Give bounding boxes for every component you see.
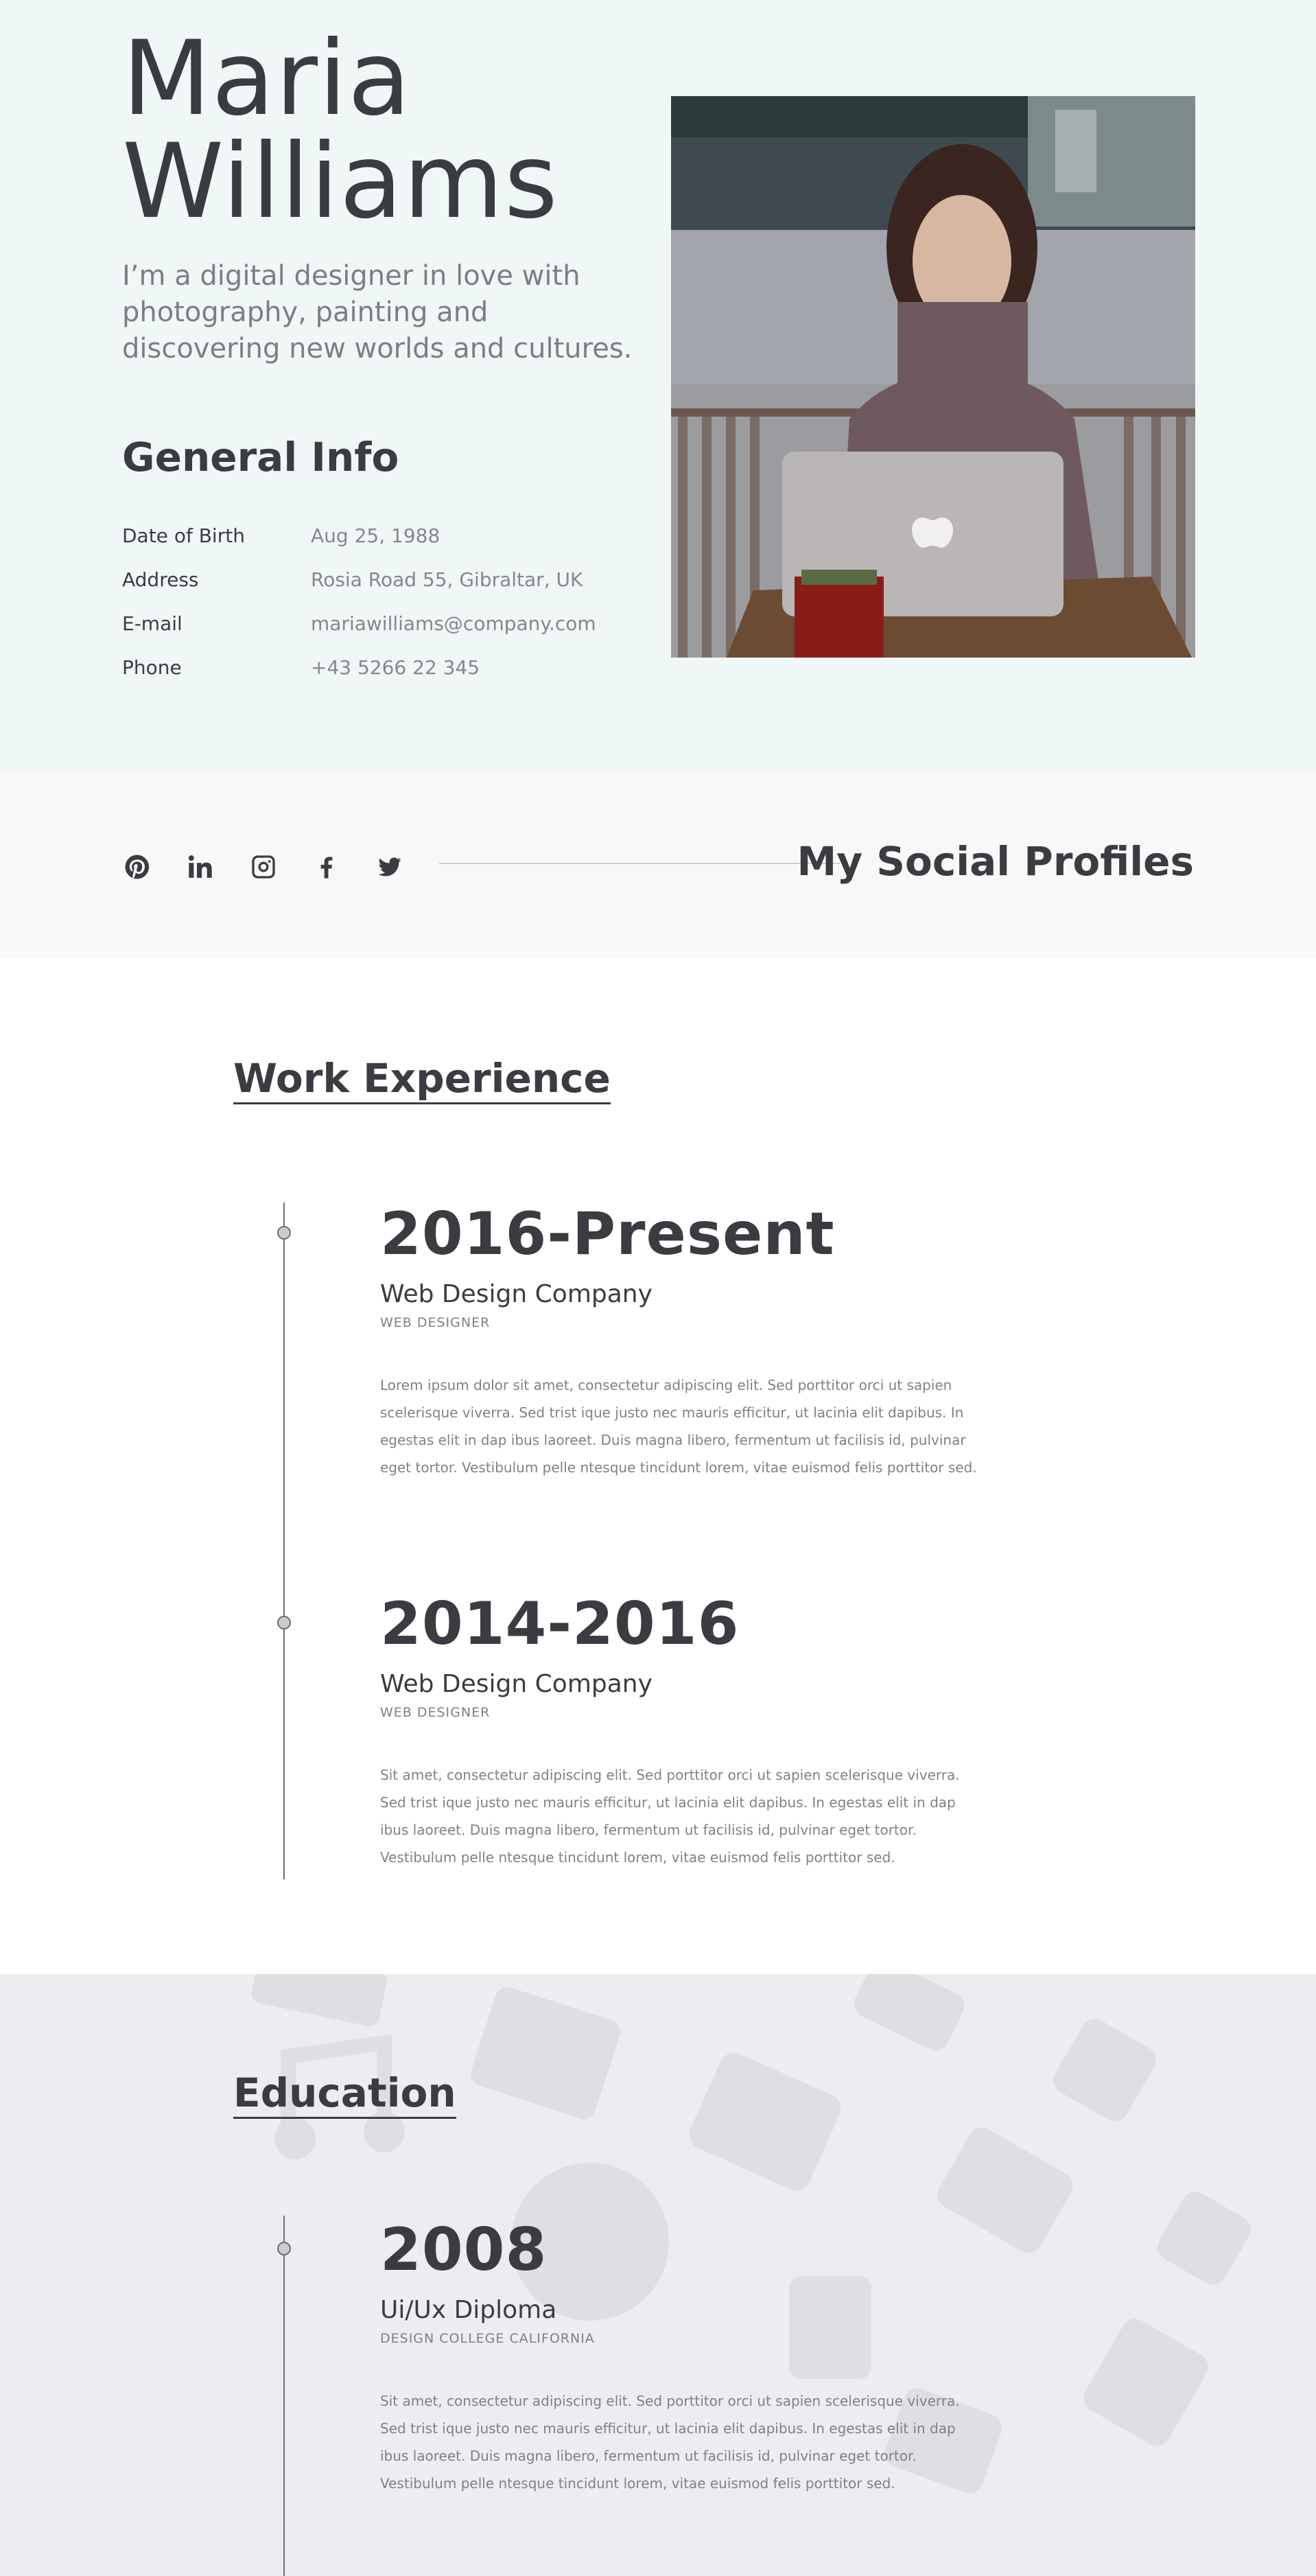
entry-description: Sit amet, consectetur adipiscing elit. S… xyxy=(380,2393,960,2492)
general-info-title: General Info xyxy=(122,434,399,480)
timeline-dot xyxy=(277,1226,291,1240)
work-entry: 2014-2016 Web Design Company WEB DESIGNE… xyxy=(380,1590,984,1871)
entry-year: 2014-2016 xyxy=(380,1590,740,1658)
facebook-icon[interactable] xyxy=(312,852,342,882)
hero-section: Maria Williams I’m a digital designer in… xyxy=(0,0,1316,771)
social-title: My Social Profiles xyxy=(797,838,1195,885)
profile-photo xyxy=(671,96,1195,658)
name-last: Williams xyxy=(122,122,559,242)
info-row-address: Address Rosia Road 55, Gibraltar, UK xyxy=(122,557,644,601)
entry-description: Lorem ipsum dolor sit amet, consectetur … xyxy=(380,1377,977,1476)
page-title: Maria Williams xyxy=(122,27,644,233)
work-entry: 2016-Present Web Design Company WEB DESI… xyxy=(380,1200,984,1481)
timeline-dot xyxy=(277,1616,291,1629)
info-row-birth: Date of Birth Aug 25, 1988 xyxy=(122,513,644,557)
entry-role: WEB DESIGNER xyxy=(380,1705,491,1720)
entry-description: Sit amet, consectetur adipiscing elit. S… xyxy=(380,1767,960,1866)
info-label: Address xyxy=(122,568,199,591)
info-label: Phone xyxy=(122,655,182,679)
timeline-line xyxy=(283,2216,285,2576)
education-section: Education 2008 Ui/Ux Diploma DESIGN COLL… xyxy=(0,1974,1316,2576)
work-title: Work Experience xyxy=(233,1056,611,1104)
entry-school: DESIGN COLLEGE CALIFORNIA xyxy=(380,2331,595,2346)
entry-year: 2008 xyxy=(380,2216,548,2284)
name-first: Maria xyxy=(122,19,412,139)
entry-company: Web Design Company xyxy=(380,1670,653,1698)
twitter-icon[interactable] xyxy=(375,852,405,882)
entry-role: WEB DESIGNER xyxy=(380,1315,491,1330)
general-info-table: Date of Birth Aug 25, 1988 Address Rosia… xyxy=(122,513,644,689)
info-label: E-mail xyxy=(122,612,183,635)
timeline-dot xyxy=(277,2242,291,2255)
entry-year: 2016-Present xyxy=(380,1200,835,1268)
education-entry: 2008 Ui/Ux Diploma DESIGN COLLEGE CALIFO… xyxy=(380,2216,984,2497)
timeline-line xyxy=(283,1203,285,1879)
phone-value: +43 5266 22 345 xyxy=(311,655,480,679)
info-value: Aug 25, 1988 xyxy=(311,524,440,547)
divider xyxy=(439,863,840,864)
email-link[interactable]: mariawilliams@company.com xyxy=(311,612,596,635)
instagram-icon[interactable] xyxy=(248,852,279,882)
entry-degree: Ui/Ux Diploma xyxy=(380,2296,557,2324)
bio-text: I’m a digital designer in love with phot… xyxy=(122,260,633,364)
education-title: Education xyxy=(233,2070,456,2119)
pinterest-icon[interactable] xyxy=(122,852,152,882)
linkedin-icon[interactable] xyxy=(185,852,215,882)
info-row-email: E-mail mariawilliams@company.com xyxy=(122,601,644,645)
entry-company: Web Design Company xyxy=(380,1280,653,1308)
info-label: Date of Birth xyxy=(122,524,245,547)
info-row-phone: Phone +43 5266 22 345 xyxy=(122,645,644,689)
social-section: My Social Profiles xyxy=(0,771,1316,958)
social-icons xyxy=(122,845,438,889)
info-value: Rosia Road 55, Gibraltar, UK xyxy=(311,568,583,591)
